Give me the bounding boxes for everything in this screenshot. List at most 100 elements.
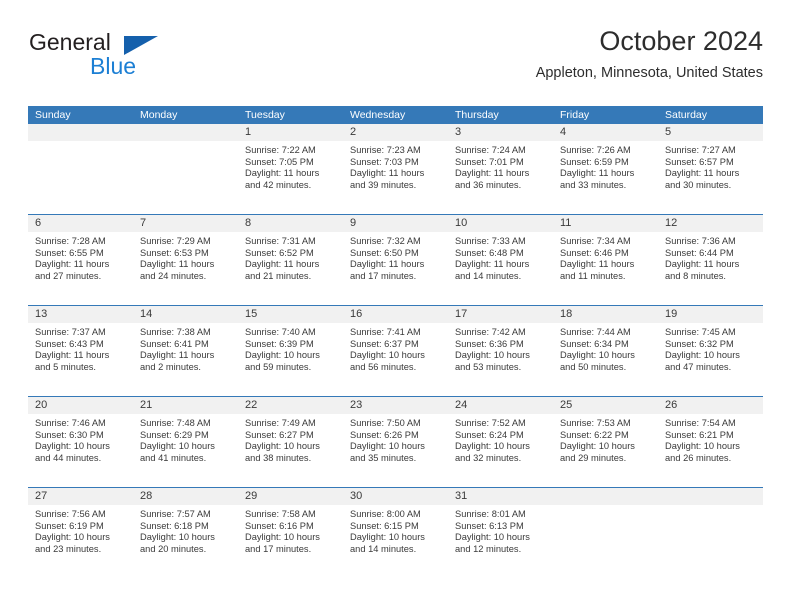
day-cell[interactable]: 15 Sunrise: 7:40 AM Sunset: 6:39 PM Dayl… <box>238 306 343 396</box>
day-details: Sunrise: 7:45 AM Sunset: 6:32 PM Dayligh… <box>658 323 763 373</box>
daylight-text-line1: Daylight: 10 hours <box>245 441 320 452</box>
day-details: Sunrise: 7:41 AM Sunset: 6:37 PM Dayligh… <box>343 323 448 373</box>
day-cell[interactable]: 10 Sunrise: 7:33 AM Sunset: 6:48 PM Dayl… <box>448 215 553 305</box>
day-cell[interactable]: 12 Sunrise: 7:36 AM Sunset: 6:44 PM Dayl… <box>658 215 763 305</box>
daylight-text-line2: and 21 minutes. <box>245 270 312 281</box>
daylight-text-line1: Daylight: 11 hours <box>560 259 635 270</box>
day-details: Sunrise: 7:52 AM Sunset: 6:24 PM Dayligh… <box>448 414 553 464</box>
page-header: General Blue October 2024 Appleton, Minn… <box>28 26 763 98</box>
day-cell[interactable]: 18 Sunrise: 7:44 AM Sunset: 6:34 PM Dayl… <box>553 306 658 396</box>
sunset-text: Sunset: 6:55 PM <box>35 247 104 258</box>
day-cell[interactable]: 8 Sunrise: 7:31 AM Sunset: 6:52 PM Dayli… <box>238 215 343 305</box>
calendar-week-row: 20 Sunrise: 7:46 AM Sunset: 6:30 PM Dayl… <box>28 396 763 487</box>
daylight-text-line2: and 20 minutes. <box>140 543 207 554</box>
day-cell[interactable]: 28 Sunrise: 7:57 AM Sunset: 6:18 PM Dayl… <box>133 488 238 578</box>
day-number: 30 <box>350 490 363 502</box>
day-details: Sunrise: 7:48 AM Sunset: 6:29 PM Dayligh… <box>133 414 238 464</box>
sunrise-text: Sunrise: 7:40 AM <box>245 327 316 337</box>
day-cell[interactable]: 2 Sunrise: 7:23 AM Sunset: 7:03 PM Dayli… <box>343 124 448 214</box>
sunrise-text: Sunrise: 7:32 AM <box>350 236 421 246</box>
day-cell[interactable]: 23 Sunrise: 7:50 AM Sunset: 6:26 PM Dayl… <box>343 397 448 487</box>
day-number: 16 <box>350 308 363 320</box>
day-cell[interactable]: 16 Sunrise: 7:41 AM Sunset: 6:37 PM Dayl… <box>343 306 448 396</box>
day-number: 27 <box>35 490 48 502</box>
sunset-text: Sunset: 6:59 PM <box>560 156 629 167</box>
daylight-text-line1: Daylight: 11 hours <box>455 259 530 270</box>
day-number: 26 <box>665 399 678 411</box>
day-cell[interactable]: 29 Sunrise: 7:58 AM Sunset: 6:16 PM Dayl… <box>238 488 343 578</box>
weekday-header-saturday: Saturday <box>665 109 708 121</box>
daylight-text-line1: Daylight: 11 hours <box>140 259 215 270</box>
daylight-text-line1: Daylight: 11 hours <box>350 259 425 270</box>
calendar-page: General Blue October 2024 Appleton, Minn… <box>0 0 792 612</box>
day-details: Sunrise: 7:57 AM Sunset: 6:18 PM Dayligh… <box>133 505 238 555</box>
sunrise-text: Sunrise: 7:36 AM <box>665 236 736 246</box>
sunrise-text: Sunrise: 8:00 AM <box>350 509 421 519</box>
day-number: 2 <box>350 126 357 138</box>
day-cell <box>133 124 238 214</box>
day-cell[interactable]: 5 Sunrise: 7:27 AM Sunset: 6:57 PM Dayli… <box>658 124 763 214</box>
day-cell[interactable]: 4 Sunrise: 7:26 AM Sunset: 6:59 PM Dayli… <box>553 124 658 214</box>
day-number: 24 <box>455 399 468 411</box>
day-number: 19 <box>665 308 678 320</box>
day-cell[interactable]: 27 Sunrise: 7:56 AM Sunset: 6:19 PM Dayl… <box>28 488 133 578</box>
day-cell[interactable]: 3 Sunrise: 7:24 AM Sunset: 7:01 PM Dayli… <box>448 124 553 214</box>
daylight-text-line2: and 12 minutes. <box>455 543 522 554</box>
sunrise-text: Sunrise: 7:33 AM <box>455 236 526 246</box>
day-cell[interactable]: 24 Sunrise: 7:52 AM Sunset: 6:24 PM Dayl… <box>448 397 553 487</box>
day-cell[interactable]: 11 Sunrise: 7:34 AM Sunset: 6:46 PM Dayl… <box>553 215 658 305</box>
day-cell[interactable]: 17 Sunrise: 7:42 AM Sunset: 6:36 PM Dayl… <box>448 306 553 396</box>
day-details: Sunrise: 7:53 AM Sunset: 6:22 PM Dayligh… <box>553 414 658 464</box>
day-cell[interactable]: 20 Sunrise: 7:46 AM Sunset: 6:30 PM Dayl… <box>28 397 133 487</box>
day-cell[interactable]: 7 Sunrise: 7:29 AM Sunset: 6:53 PM Dayli… <box>133 215 238 305</box>
day-cell[interactable]: 22 Sunrise: 7:49 AM Sunset: 6:27 PM Dayl… <box>238 397 343 487</box>
day-details: Sunrise: 7:32 AM Sunset: 6:50 PM Dayligh… <box>343 232 448 282</box>
day-cell[interactable]: 26 Sunrise: 7:54 AM Sunset: 6:21 PM Dayl… <box>658 397 763 487</box>
day-cell[interactable]: 6 Sunrise: 7:28 AM Sunset: 6:55 PM Dayli… <box>28 215 133 305</box>
sunset-text: Sunset: 6:26 PM <box>350 429 419 440</box>
day-cell[interactable]: 14 Sunrise: 7:38 AM Sunset: 6:41 PM Dayl… <box>133 306 238 396</box>
daylight-text-line1: Daylight: 10 hours <box>140 532 215 543</box>
day-cell[interactable]: 13 Sunrise: 7:37 AM Sunset: 6:43 PM Dayl… <box>28 306 133 396</box>
day-cell <box>28 124 133 214</box>
day-number: 8 <box>245 217 252 229</box>
day-details: Sunrise: 7:44 AM Sunset: 6:34 PM Dayligh… <box>553 323 658 373</box>
sunrise-text: Sunrise: 7:29 AM <box>140 236 211 246</box>
sunrise-text: Sunrise: 7:58 AM <box>245 509 316 519</box>
sunset-text: Sunset: 6:44 PM <box>665 247 734 258</box>
daylight-text-line1: Daylight: 11 hours <box>455 168 530 179</box>
sunrise-text: Sunrise: 7:38 AM <box>140 327 211 337</box>
day-number: 29 <box>245 490 258 502</box>
day-details: Sunrise: 7:26 AM Sunset: 6:59 PM Dayligh… <box>553 141 658 191</box>
sunset-text: Sunset: 6:41 PM <box>140 338 209 349</box>
day-cell[interactable]: 21 Sunrise: 7:48 AM Sunset: 6:29 PM Dayl… <box>133 397 238 487</box>
day-cell[interactable]: 1 Sunrise: 7:22 AM Sunset: 7:05 PM Dayli… <box>238 124 343 214</box>
day-cell[interactable]: 25 Sunrise: 7:53 AM Sunset: 6:22 PM Dayl… <box>553 397 658 487</box>
sunrise-text: Sunrise: 7:46 AM <box>35 418 106 428</box>
daylight-text-line1: Daylight: 10 hours <box>560 441 635 452</box>
day-cell[interactable]: 9 Sunrise: 7:32 AM Sunset: 6:50 PM Dayli… <box>343 215 448 305</box>
sunset-text: Sunset: 6:53 PM <box>140 247 209 258</box>
sunset-text: Sunset: 6:52 PM <box>245 247 314 258</box>
sunrise-text: Sunrise: 7:42 AM <box>455 327 526 337</box>
day-cell[interactable]: 19 Sunrise: 7:45 AM Sunset: 6:32 PM Dayl… <box>658 306 763 396</box>
daylight-text-line2: and 2 minutes. <box>140 361 201 372</box>
day-cell[interactable]: 30 Sunrise: 8:00 AM Sunset: 6:15 PM Dayl… <box>343 488 448 578</box>
weekday-header-wednesday: Wednesday <box>350 109 406 121</box>
daylight-text-line1: Daylight: 11 hours <box>245 168 320 179</box>
daylight-text-line2: and 39 minutes. <box>350 179 417 190</box>
day-details: Sunrise: 7:28 AM Sunset: 6:55 PM Dayligh… <box>28 232 133 282</box>
sunset-text: Sunset: 6:21 PM <box>665 429 734 440</box>
day-number: 5 <box>665 126 672 138</box>
day-number: 11 <box>560 217 572 229</box>
daylight-text-line1: Daylight: 10 hours <box>665 441 740 452</box>
daylight-text-line2: and 47 minutes. <box>665 361 732 372</box>
sunset-text: Sunset: 6:13 PM <box>455 520 524 531</box>
brand-logo[interactable]: General Blue <box>28 28 268 88</box>
day-number: 18 <box>560 308 573 320</box>
day-cell <box>553 488 658 578</box>
sunset-text: Sunset: 6:32 PM <box>665 338 734 349</box>
sunrise-text: Sunrise: 7:26 AM <box>560 145 631 155</box>
day-cell[interactable]: 31 Sunrise: 8:01 AM Sunset: 6:13 PM Dayl… <box>448 488 553 578</box>
day-details: Sunrise: 8:01 AM Sunset: 6:13 PM Dayligh… <box>448 505 553 555</box>
